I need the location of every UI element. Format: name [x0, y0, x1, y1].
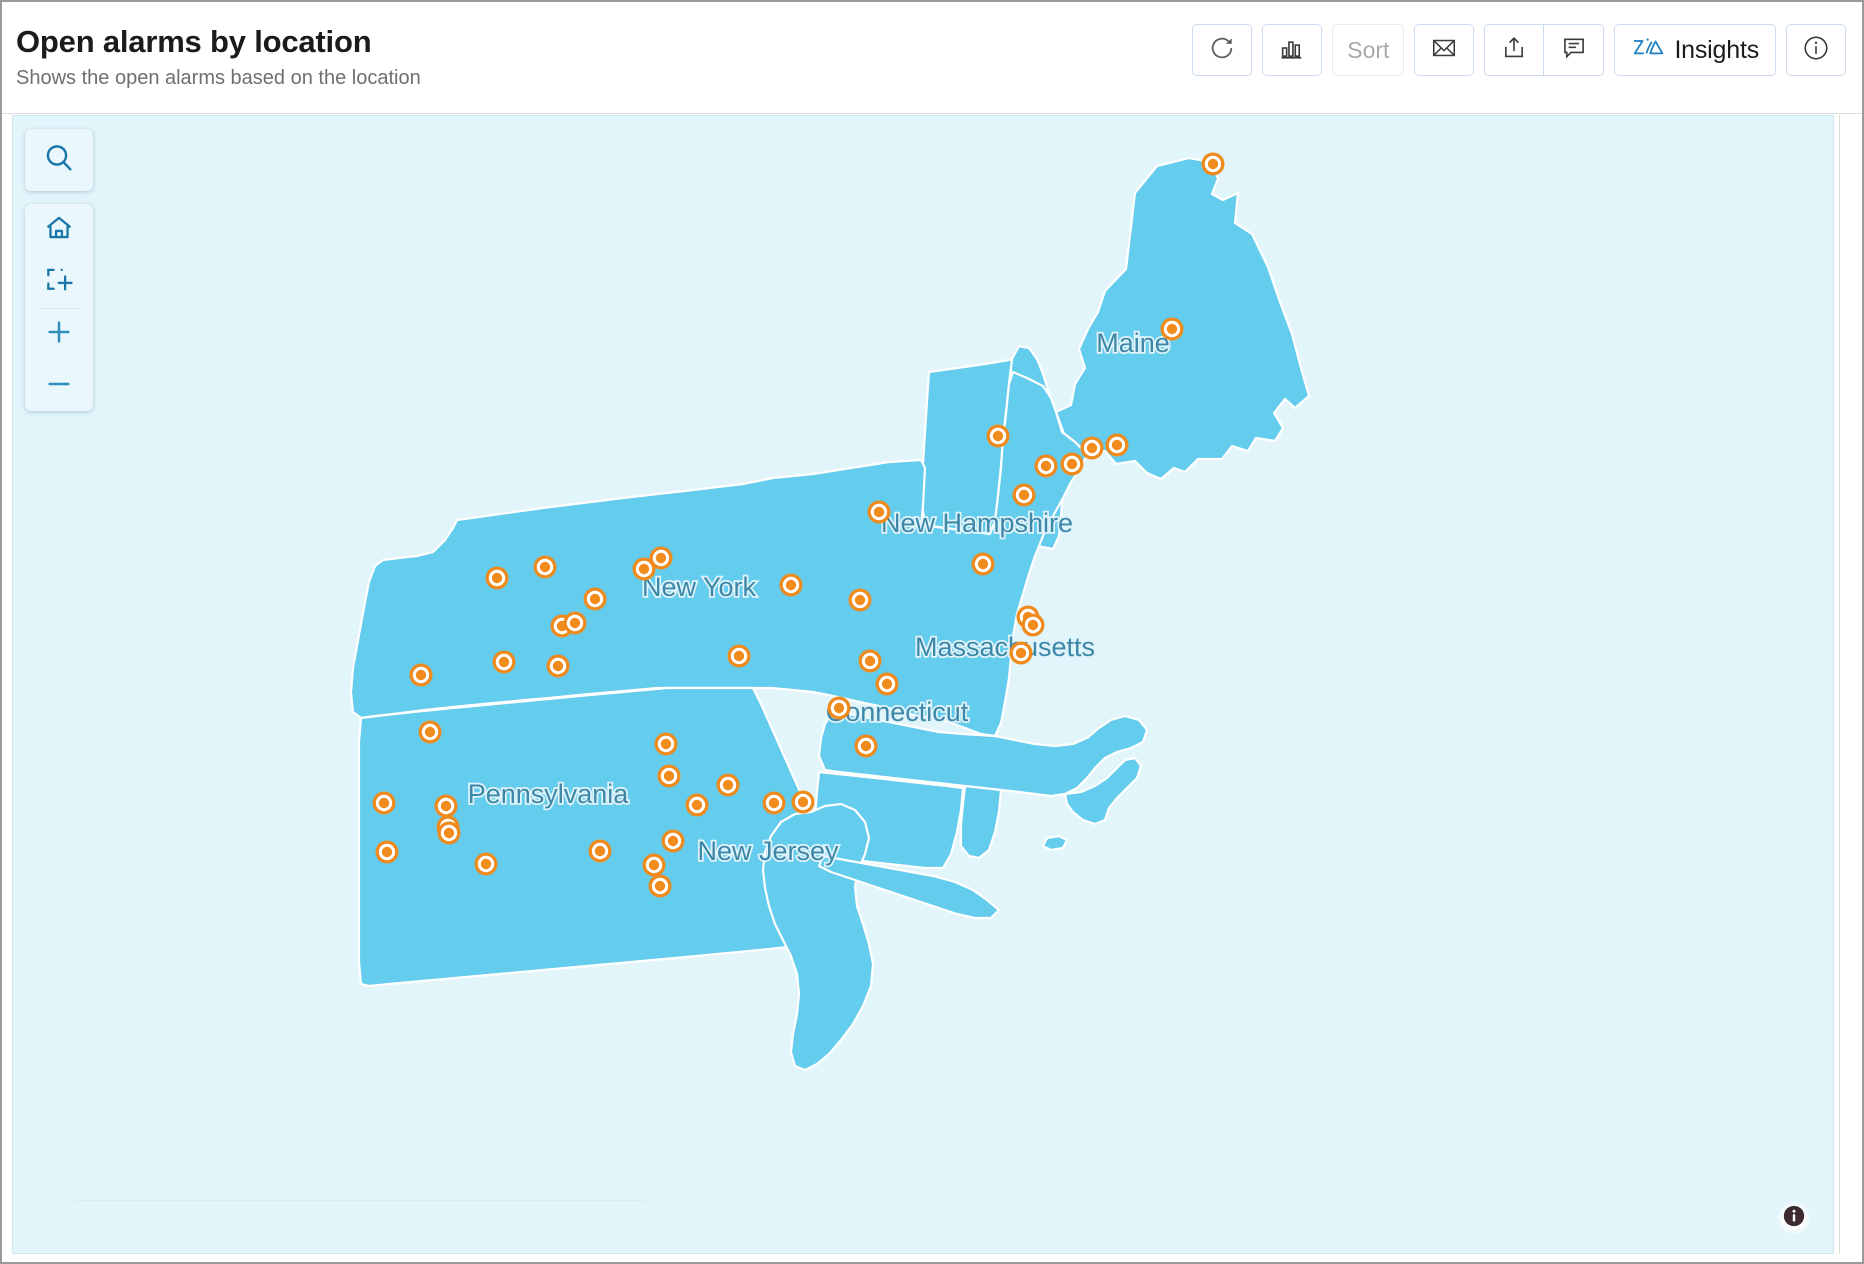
- zia-logo-icon: [1631, 34, 1665, 67]
- alarm-marker[interactable]: [546, 654, 570, 678]
- map-zoom-in-button[interactable]: [25, 308, 93, 360]
- alarm-marker[interactable]: [372, 791, 396, 815]
- refresh-button[interactable]: [1192, 24, 1253, 76]
- alarm-marker[interactable]: [1021, 613, 1045, 637]
- plus-icon: [43, 316, 75, 353]
- insights-label: Insights: [1674, 35, 1759, 64]
- alarm-marker[interactable]: [657, 764, 681, 788]
- email-button[interactable]: [1414, 24, 1475, 76]
- alarm-marker[interactable]: [858, 649, 882, 673]
- map-home-button[interactable]: [25, 204, 93, 256]
- map-zoom-out-button[interactable]: [25, 360, 93, 412]
- bar-chart-icon: [1278, 34, 1306, 67]
- comment-button[interactable]: [1544, 24, 1605, 76]
- page-title: Open alarms by location: [16, 24, 372, 59]
- alarm-marker[interactable]: [661, 829, 685, 853]
- alarm-marker[interactable]: [1160, 317, 1184, 341]
- alarm-marker[interactable]: [971, 552, 995, 576]
- alarm-marker[interactable]: [563, 611, 587, 635]
- alarm-marker[interactable]: [986, 424, 1010, 448]
- alarm-marker[interactable]: [474, 852, 498, 876]
- island-marthas-vineyard: [1041, 834, 1069, 852]
- alarm-marker[interactable]: [1009, 641, 1033, 665]
- title-block: Open alarms by location Shows the open a…: [16, 24, 421, 90]
- alarm-marker[interactable]: [1012, 483, 1036, 507]
- map-search-button[interactable]: [25, 129, 93, 191]
- alarm-marker[interactable]: [848, 588, 872, 612]
- alarm-marker[interactable]: [1034, 454, 1058, 478]
- home-icon: [43, 212, 75, 249]
- label-pennsylvania: Pennsylvania: [468, 779, 630, 809]
- map-vector: Maine New Hampshire New York Massachuset…: [349, 152, 1311, 1072]
- alarm-marker[interactable]: [418, 720, 442, 744]
- alarm-marker[interactable]: [588, 839, 612, 863]
- envelope-icon: [1430, 34, 1458, 67]
- alarm-marker[interactable]: [654, 732, 678, 756]
- widget-info-button[interactable]: [1786, 24, 1846, 76]
- label-new-hampshire: New Hampshire: [881, 508, 1073, 538]
- widget-header: Open alarms by location Shows the open a…: [2, 2, 1862, 114]
- label-new-jersey: New Jersey: [697, 836, 839, 866]
- alarm-marker[interactable]: [1201, 152, 1225, 176]
- alarm-marker[interactable]: [434, 794, 458, 818]
- alarm-marker[interactable]: [867, 500, 891, 524]
- alarm-marker[interactable]: [827, 696, 851, 720]
- map-nav-panel: [25, 204, 93, 411]
- alarm-marker[interactable]: [375, 840, 399, 864]
- alarm-marker[interactable]: [437, 821, 461, 845]
- label-maine: Maine: [1096, 328, 1170, 358]
- alarm-marker[interactable]: [685, 793, 709, 817]
- nav-divider: [39, 308, 79, 309]
- sort-label: Sort: [1347, 36, 1390, 63]
- alarm-marker[interactable]: [648, 874, 672, 898]
- sort-button[interactable]: Sort: [1332, 24, 1405, 76]
- alarm-marker[interactable]: [1060, 452, 1084, 476]
- alarm-marker[interactable]: [409, 663, 433, 687]
- info-filled-icon: [1781, 1203, 1807, 1234]
- alarm-marker[interactable]: [533, 555, 557, 579]
- alarm-marker[interactable]: [762, 791, 786, 815]
- alarm-marker[interactable]: [854, 734, 878, 758]
- widget-toolbar: Sort Insights: [1192, 24, 1846, 76]
- alarm-marker[interactable]: [1105, 433, 1129, 457]
- map-right-rail: [1839, 115, 1852, 1254]
- chart-type-button[interactable]: [1262, 24, 1323, 76]
- info-icon: [1801, 33, 1831, 68]
- alarm-marker[interactable]: [875, 672, 899, 696]
- alarm-marker[interactable]: [779, 573, 803, 597]
- alarm-marker[interactable]: [716, 773, 740, 797]
- alarm-marker[interactable]: [492, 650, 516, 674]
- search-icon: [42, 141, 76, 180]
- map-fit-extent-button[interactable]: [25, 256, 93, 308]
- map-info-badge[interactable]: [1777, 1201, 1811, 1235]
- map-attribution-divider: [75, 1200, 645, 1201]
- open-alarms-widget: Open alarms by location Shows the open a…: [0, 0, 1864, 1264]
- alarm-marker[interactable]: [642, 853, 666, 877]
- label-new-york: New York: [642, 572, 757, 602]
- state-shapes: [349, 156, 1311, 1072]
- page-subtitle: Shows the open alarms based on the locat…: [16, 67, 421, 89]
- share-comment-group: [1484, 24, 1605, 76]
- alarm-marker[interactable]: [649, 546, 673, 570]
- state-rhode-island: [959, 784, 1003, 860]
- minus-icon: [43, 368, 75, 405]
- zoom-to-extent-icon: [43, 264, 75, 301]
- share-button[interactable]: [1484, 24, 1545, 76]
- state-maine: [1054, 156, 1311, 481]
- map-canvas[interactable]: Maine New Hampshire New York Massachuset…: [12, 115, 1834, 1254]
- alarm-marker[interactable]: [791, 790, 815, 814]
- alarm-marker[interactable]: [485, 566, 509, 590]
- alarm-marker[interactable]: [583, 587, 607, 611]
- insights-button[interactable]: Insights: [1614, 24, 1776, 76]
- label-massachusetts: Massachusetts: [915, 632, 1095, 662]
- share-icon: [1500, 34, 1528, 67]
- alarm-marker[interactable]: [727, 644, 751, 668]
- refresh-icon: [1208, 34, 1236, 67]
- alarm-marker[interactable]: [1080, 436, 1104, 460]
- comment-icon: [1560, 34, 1588, 67]
